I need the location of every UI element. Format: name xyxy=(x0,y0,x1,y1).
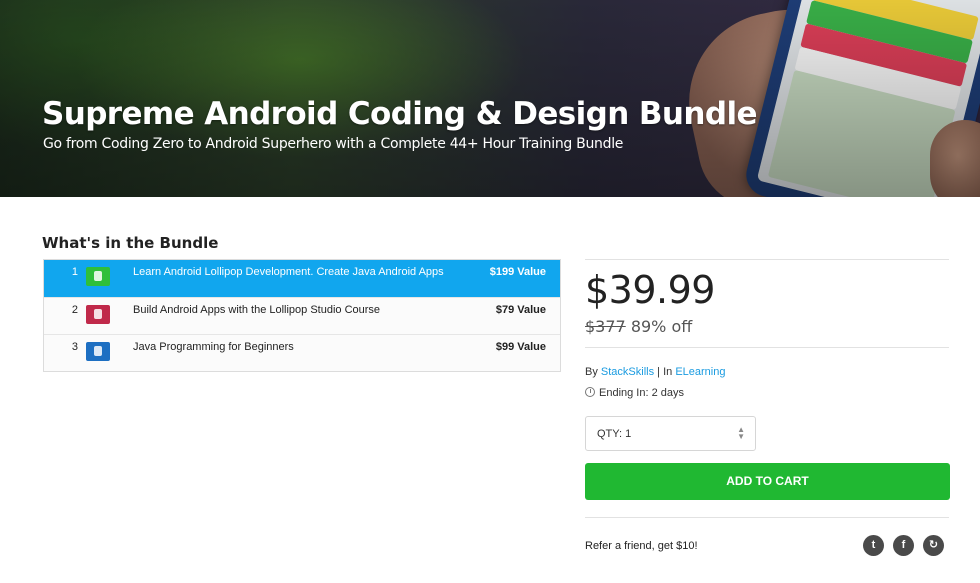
twitter-icon[interactable]: t xyxy=(863,535,884,556)
ending-info: Ending In: 2 days xyxy=(585,387,684,399)
vendor-link[interactable]: StackSkills xyxy=(601,366,654,378)
discount-label: 89% off xyxy=(630,317,693,336)
quantity-value: QTY: 1 xyxy=(597,428,632,440)
bundle-item-value: $99 Value xyxy=(495,341,546,353)
bundle-heading: What's in the Bundle xyxy=(42,234,219,252)
updown-arrows-icon: ▲ ▼ xyxy=(737,425,745,441)
hero-banner: Supreme Android Coding & Design Bundle G… xyxy=(0,0,980,197)
bundle-list: 1 Learn Android Lollipop Development. Cr… xyxy=(43,259,561,372)
bundle-item-2[interactable]: 2 Build Android Apps with the Lollipop S… xyxy=(44,297,560,334)
facebook-icon[interactable]: f xyxy=(893,535,914,556)
ending-text: Ending In: 2 days xyxy=(599,387,685,399)
bundle-item-number: 3 xyxy=(71,341,78,353)
quantity-select[interactable]: QTY: 1 ▲ ▼ xyxy=(585,416,756,451)
bundle-item-number: 1 xyxy=(71,266,78,278)
share-icon[interactable]: ↻ xyxy=(923,535,944,556)
divider xyxy=(585,517,949,518)
page-title: Supreme Android Coding & Design Bundle xyxy=(42,96,758,132)
divider xyxy=(585,259,949,260)
in-label: In xyxy=(663,366,673,378)
category-link[interactable]: ELearning xyxy=(675,366,725,378)
add-to-cart-button[interactable]: ADD TO CART xyxy=(585,463,950,500)
original-price: $377 xyxy=(585,317,626,336)
bundle-item-title[interactable]: Build Android Apps with the Lollipop Stu… xyxy=(133,304,380,316)
course-thumbnail-icon xyxy=(86,305,110,324)
bundle-item-3[interactable]: 3 Java Programming for Beginners $99 Val… xyxy=(44,334,560,371)
bundle-item-number: 2 xyxy=(71,304,78,316)
by-label: By xyxy=(585,366,598,378)
bundle-item-value: $79 Value xyxy=(495,304,546,316)
course-thumbnail-icon xyxy=(86,267,110,286)
refer-link[interactable]: Refer a friend, get $10! xyxy=(585,540,698,552)
bundle-item-1[interactable]: 1 Learn Android Lollipop Development. Cr… xyxy=(44,260,560,297)
bundle-item-title[interactable]: Java Programming for Beginners xyxy=(133,341,294,353)
clock-icon xyxy=(585,387,595,397)
original-price-line: $377 89% off xyxy=(585,317,692,336)
divider xyxy=(585,347,949,348)
bundle-item-value: $199 Value xyxy=(489,266,546,278)
sale-price: $39.99 xyxy=(585,268,715,312)
byline-separator: | xyxy=(657,366,661,378)
course-thumbnail-icon xyxy=(86,342,110,361)
page-subtitle: Go from Coding Zero to Android Superhero… xyxy=(43,136,624,152)
bundle-item-title[interactable]: Learn Android Lollipop Development. Crea… xyxy=(133,266,444,278)
byline: By StackSkills | In ELearning xyxy=(585,366,725,378)
